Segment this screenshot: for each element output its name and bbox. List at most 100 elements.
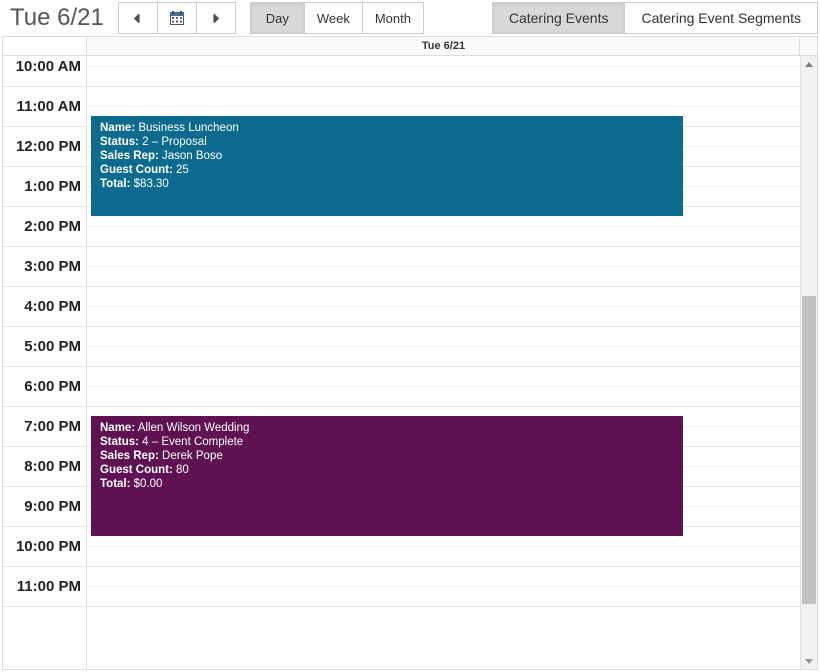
event-field: Status: 2 – Proposal bbox=[100, 135, 683, 149]
time-slot-label: 11:00 PM bbox=[16, 578, 81, 595]
time-slot-label: 9:00 PM bbox=[24, 498, 81, 515]
event-field-label: Status: bbox=[100, 436, 139, 448]
calendar-icon bbox=[169, 11, 184, 25]
half-hour-gridline bbox=[88, 266, 799, 267]
next-button[interactable] bbox=[195, 2, 236, 34]
scrollbar-thumb[interactable] bbox=[802, 296, 816, 604]
gutter-hour-divider bbox=[3, 606, 87, 607]
hour-gridline bbox=[88, 86, 799, 87]
gutter-hour-divider bbox=[3, 286, 87, 287]
time-slot-label: 1:00 PM bbox=[24, 178, 81, 195]
event-field-value: $0.00 bbox=[130, 478, 163, 490]
gutter-hour-divider bbox=[3, 86, 87, 87]
view-button-day[interactable]: Day bbox=[249, 2, 305, 34]
day-column[interactable]: Name: Business Luncheon Status: 2 – Propo… bbox=[88, 56, 799, 669]
tab-catering-events[interactable]: Catering Events bbox=[491, 2, 626, 34]
half-hour-gridline bbox=[88, 386, 799, 387]
time-gutter: 10:00 AM 11:00 AM 12:00 PM 1:00 PM 2:00 PM 3:… bbox=[3, 56, 87, 669]
prev-button[interactable] bbox=[117, 2, 158, 34]
half-hour-gridline bbox=[88, 586, 799, 587]
event-field: Guest Count: 80 bbox=[100, 463, 683, 477]
event-field-value: 4 – Event Complete bbox=[138, 436, 244, 448]
calendar-toolbar: Tue 6/21 Day Week Month Catering Events … bbox=[0, 0, 820, 36]
gutter-hour-divider bbox=[3, 246, 87, 247]
event-field: Total: $0.00 bbox=[100, 477, 683, 491]
hour-gridline bbox=[88, 366, 799, 367]
event-field-value: $83.30 bbox=[130, 178, 169, 190]
event-field-value: Derek Pope bbox=[158, 450, 223, 462]
half-hour-gridline bbox=[88, 226, 799, 227]
time-slot-label: 10:00 AM bbox=[15, 58, 81, 75]
triangle-down-icon bbox=[805, 658, 813, 664]
time-slot-label: 7:00 PM bbox=[24, 418, 81, 435]
today-button[interactable] bbox=[156, 2, 197, 34]
event-field-value: Allen Wilson Wedding bbox=[135, 422, 250, 434]
event-field-label: Total: bbox=[100, 478, 131, 490]
event-field-label: Sales Rep: bbox=[100, 150, 159, 162]
time-slot-label: 5:00 PM bbox=[24, 338, 81, 355]
page-title: Tue 6/21 bbox=[10, 4, 104, 31]
view-button-month[interactable]: Month bbox=[361, 2, 424, 34]
event-field: Name: Allen Wilson Wedding bbox=[100, 421, 683, 435]
event-field-label: Name: bbox=[100, 122, 136, 134]
hour-gridline bbox=[88, 406, 799, 407]
triangle-up-icon bbox=[805, 61, 813, 67]
half-hour-gridline bbox=[88, 546, 799, 547]
view-button-group: Day Week Month bbox=[249, 2, 424, 34]
event-field: Name: Business Luncheon bbox=[100, 121, 683, 135]
view-button-week[interactable]: Week bbox=[303, 2, 363, 34]
event-field-value: 2 – Proposal bbox=[138, 136, 207, 148]
gutter-hour-divider bbox=[3, 446, 87, 447]
event-field: Guest Count: 25 bbox=[100, 163, 683, 177]
chevron-left-icon bbox=[132, 13, 143, 24]
event-field-value: 80 bbox=[172, 464, 189, 476]
vertical-scrollbar[interactable] bbox=[800, 56, 817, 669]
hour-gridline bbox=[88, 606, 799, 607]
event-field-label: Guest Count: bbox=[100, 164, 173, 176]
gutter-hour-divider bbox=[3, 566, 87, 567]
calendar-view: Tue 6/21 10:00 AM 11:00 AM 12:00 PM 1:00 PM… bbox=[2, 36, 818, 670]
event-field: Sales Rep: Derek Pope bbox=[100, 449, 683, 463]
event-field-label: Status: bbox=[100, 136, 139, 148]
time-slot-label: 3:00 PM bbox=[24, 258, 81, 275]
tab-catering-event-segments[interactable]: Catering Event Segments bbox=[624, 2, 818, 34]
half-hour-gridline bbox=[88, 66, 799, 67]
gutter-hour-divider bbox=[3, 166, 87, 167]
time-slot-label: 10:00 PM bbox=[15, 538, 81, 555]
chevron-right-icon bbox=[210, 13, 221, 24]
scroll-down-button[interactable] bbox=[801, 653, 817, 669]
calendar-body: 10:00 AM 11:00 AM 12:00 PM 1:00 PM 2:00 PM 3:… bbox=[3, 56, 817, 669]
hour-gridline bbox=[88, 326, 799, 327]
time-slot-label: 6:00 PM bbox=[24, 378, 81, 395]
event-field-label: Name: bbox=[100, 422, 136, 434]
hour-gridline bbox=[88, 286, 799, 287]
navigation-button-group bbox=[117, 2, 236, 34]
event-field-value: Jason Boso bbox=[158, 150, 223, 162]
time-slot-label: 4:00 PM bbox=[24, 298, 81, 315]
event-field-value: 25 bbox=[172, 164, 189, 176]
half-hour-gridline bbox=[88, 106, 799, 107]
calendar-event[interactable]: Name: Business Luncheon Status: 2 – Propo… bbox=[91, 116, 683, 216]
gutter-hour-divider bbox=[3, 126, 87, 127]
gutter-hour-divider bbox=[3, 366, 87, 367]
resource-tab-group: Catering Events Catering Event Segments bbox=[491, 2, 818, 34]
calendar-header-row: Tue 6/21 bbox=[3, 37, 817, 56]
event-field-label: Total: bbox=[100, 178, 131, 190]
event-field: Status: 4 – Event Complete bbox=[100, 435, 683, 449]
gutter-hour-divider bbox=[3, 486, 87, 487]
hour-gridline bbox=[88, 566, 799, 567]
hour-gridline bbox=[88, 246, 799, 247]
half-hour-gridline bbox=[88, 346, 799, 347]
time-slot-label: 2:00 PM bbox=[24, 218, 81, 235]
scroll-up-button[interactable] bbox=[801, 56, 817, 72]
gutter-hour-divider bbox=[3, 206, 87, 207]
header-gutter-cell bbox=[3, 37, 87, 55]
event-field-label: Sales Rep: bbox=[100, 450, 159, 462]
calendar-event[interactable]: Name: Allen Wilson Wedding Status: 4 – Ev… bbox=[91, 416, 683, 536]
event-field: Sales Rep: Jason Boso bbox=[100, 149, 683, 163]
event-field-label: Guest Count: bbox=[100, 464, 173, 476]
event-field: Total: $83.30 bbox=[100, 177, 683, 191]
time-slot-label: 11:00 AM bbox=[16, 98, 81, 115]
column-header-day: Tue 6/21 bbox=[88, 37, 799, 55]
time-slot-label: 8:00 PM bbox=[24, 458, 81, 475]
